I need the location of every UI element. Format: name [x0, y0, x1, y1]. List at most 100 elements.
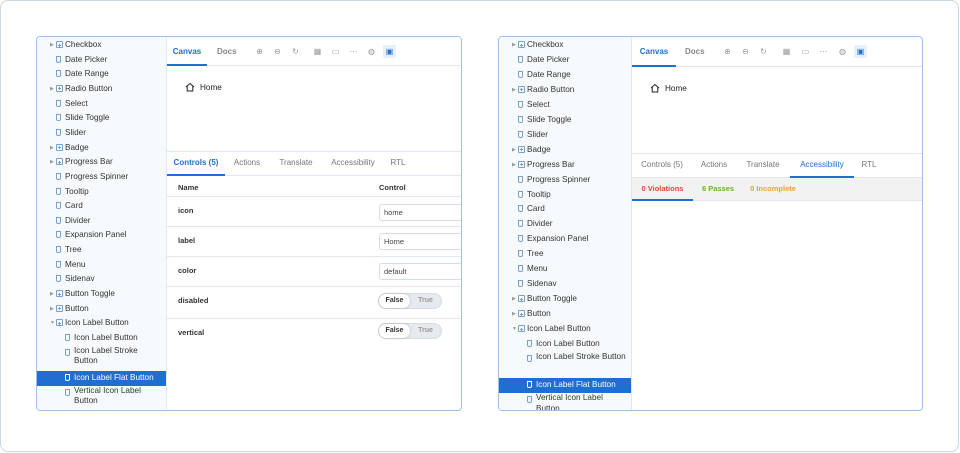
sidebar-item[interactable]: Divider: [37, 214, 166, 229]
icon-input[interactable]: home: [379, 204, 461, 221]
icon-label-flat-button[interactable]: Home: [185, 82, 222, 92]
sidebar-item[interactable]: Icon Label Flat Button: [37, 371, 166, 386]
a11y-passes-tab[interactable]: 6 Passes: [698, 178, 738, 201]
tab-actions[interactable]: Actions: [696, 154, 732, 178]
sidebar-item[interactable]: Menu: [499, 262, 631, 277]
tab-canvas[interactable]: Canvas: [632, 37, 676, 67]
measure-icon[interactable]: ▣: [854, 45, 867, 58]
sidebar-item[interactable]: ▶ Button Toggle: [37, 287, 166, 302]
disabled-toggle[interactable]: False True: [378, 293, 442, 309]
sidebar-item[interactable]: ▼ Icon Label Button: [37, 316, 166, 331]
label-input[interactable]: Home: [379, 233, 461, 250]
tab-accessibility[interactable]: Accessibility: [790, 154, 854, 178]
toggle-false[interactable]: False: [379, 324, 410, 338]
sidebar-item[interactable]: Select: [37, 97, 166, 112]
sidebar-item[interactable]: Date Range: [499, 68, 631, 83]
sidebar-item[interactable]: Icon Label Stroke Button: [499, 352, 631, 377]
chevron-right-icon[interactable]: ▶: [512, 307, 516, 322]
chevron-down-icon[interactable]: ▼: [512, 322, 517, 337]
sidebar-item[interactable]: Tree: [37, 243, 166, 258]
sidebar-item[interactable]: Tooltip: [37, 185, 166, 200]
chevron-right-icon[interactable]: ▶: [50, 141, 54, 156]
sidebar-item[interactable]: Tooltip: [499, 188, 631, 203]
background-icon[interactable]: ▦: [782, 47, 791, 56]
tab-translate[interactable]: Translate: [742, 154, 784, 178]
sidebar-item[interactable]: Sidenav: [499, 277, 631, 292]
sidebar-item[interactable]: Icon Label Stroke Button: [37, 346, 166, 371]
sidebar-item[interactable]: Vertical Icon Label Button: [499, 393, 631, 410]
viewport-icon[interactable]: ▭: [801, 47, 810, 56]
sidebar-item[interactable]: Progress Spinner: [499, 173, 631, 188]
chevron-right-icon[interactable]: ▶: [50, 155, 54, 170]
sidebar-item[interactable]: Vertical Icon Label Button: [37, 386, 166, 410]
direction-icon[interactable]: ◍: [367, 47, 376, 56]
sidebar-item[interactable]: ▶ Checkbox: [37, 38, 166, 53]
sidebar-item[interactable]: Date Picker: [37, 53, 166, 68]
zoom-in-icon[interactable]: ⊕: [723, 47, 732, 56]
sidebar-item[interactable]: ▶ Badge: [499, 143, 631, 158]
chevron-right-icon[interactable]: ▶: [512, 143, 516, 158]
sidebar-item[interactable]: ▶ Badge: [37, 141, 166, 156]
sidebar-item[interactable]: Menu: [37, 258, 166, 273]
grid-icon[interactable]: ⋯: [349, 47, 358, 56]
chevron-right-icon[interactable]: ▶: [512, 158, 516, 173]
sidebar-item[interactable]: Slider: [499, 128, 631, 143]
sidebar-item[interactable]: Date Picker: [499, 53, 631, 68]
tab-translate[interactable]: Translate: [275, 152, 317, 176]
a11y-incomplete-tab[interactable]: 0 Incomplete: [746, 178, 800, 201]
sidebar-item[interactable]: Icon Label Button: [37, 331, 166, 346]
sidebar-item[interactable]: ▶ Button: [37, 302, 166, 317]
sidebar-item[interactable]: Card: [499, 202, 631, 217]
sidebar-item[interactable]: ▼ Icon Label Button: [499, 322, 631, 337]
sidebar-item[interactable]: Divider: [499, 217, 631, 232]
sidebar-item[interactable]: Sidenav: [37, 272, 166, 287]
toggle-true[interactable]: True: [410, 294, 441, 308]
sidebar-item[interactable]: ▶ Radio Button: [499, 83, 631, 98]
sidebar-item[interactable]: Select: [499, 98, 631, 113]
sidebar-item[interactable]: Expansion Panel: [499, 232, 631, 247]
tab-canvas[interactable]: Canvas: [167, 37, 207, 66]
sidebar-item[interactable]: Slide Toggle: [37, 111, 166, 126]
tab-docs[interactable]: Docs: [685, 37, 707, 67]
a11y-violations-tab[interactable]: 0 Violations: [632, 178, 693, 201]
zoom-out-icon[interactable]: ⊖: [741, 47, 750, 56]
chevron-right-icon[interactable]: ▶: [512, 38, 516, 53]
direction-icon[interactable]: ◍: [838, 47, 847, 56]
sidebar-item[interactable]: ▶ Button Toggle: [499, 292, 631, 307]
chevron-right-icon[interactable]: ▶: [50, 82, 54, 97]
grid-icon[interactable]: ⋯: [819, 47, 828, 56]
sidebar-item[interactable]: Expansion Panel: [37, 228, 166, 243]
sidebar-item[interactable]: Card: [37, 199, 166, 214]
chevron-right-icon[interactable]: ▶: [50, 302, 54, 317]
zoom-in-icon[interactable]: ⊕: [255, 47, 264, 56]
sidebar-item[interactable]: Icon Label Flat Button: [499, 378, 631, 394]
sidebar-item[interactable]: ▶ Radio Button: [37, 82, 166, 97]
icon-label-flat-button[interactable]: Home: [650, 83, 687, 93]
sidebar-item[interactable]: ▶ Button: [499, 307, 631, 322]
tab-accessibility[interactable]: Accessibility: [327, 152, 379, 176]
chevron-right-icon[interactable]: ▶: [50, 38, 54, 53]
zoom-reset-icon[interactable]: ↻: [291, 47, 300, 56]
sidebar-item[interactable]: Icon Label Button: [499, 337, 631, 352]
tab-actions[interactable]: Actions: [229, 152, 265, 176]
sidebar-item[interactable]: Slide Toggle: [499, 113, 631, 128]
background-icon[interactable]: ▦: [313, 47, 322, 56]
sidebar-item[interactable]: Date Range: [37, 67, 166, 82]
sidebar-item[interactable]: ▶ Progress Bar: [499, 158, 631, 173]
zoom-out-icon[interactable]: ⊖: [273, 47, 282, 56]
tab-controls[interactable]: Controls (5): [634, 154, 690, 178]
chevron-right-icon[interactable]: ▶: [512, 83, 516, 98]
sidebar-item[interactable]: Slider: [37, 126, 166, 141]
chevron-right-icon[interactable]: ▶: [512, 292, 516, 307]
vertical-toggle[interactable]: False True: [378, 323, 442, 339]
sidebar-item[interactable]: ▶ Checkbox: [499, 38, 631, 53]
viewport-icon[interactable]: ▭: [331, 47, 340, 56]
tab-docs[interactable]: Docs: [217, 37, 239, 66]
sidebar-item[interactable]: ▶ Progress Bar: [37, 155, 166, 170]
tab-rtl[interactable]: RTL: [858, 154, 880, 178]
toggle-true[interactable]: True: [410, 324, 441, 338]
toggle-false[interactable]: False: [379, 294, 410, 308]
sidebar-item[interactable]: Progress Spinner: [37, 170, 166, 185]
chevron-right-icon[interactable]: ▶: [50, 287, 54, 302]
color-input[interactable]: default: [379, 263, 461, 280]
